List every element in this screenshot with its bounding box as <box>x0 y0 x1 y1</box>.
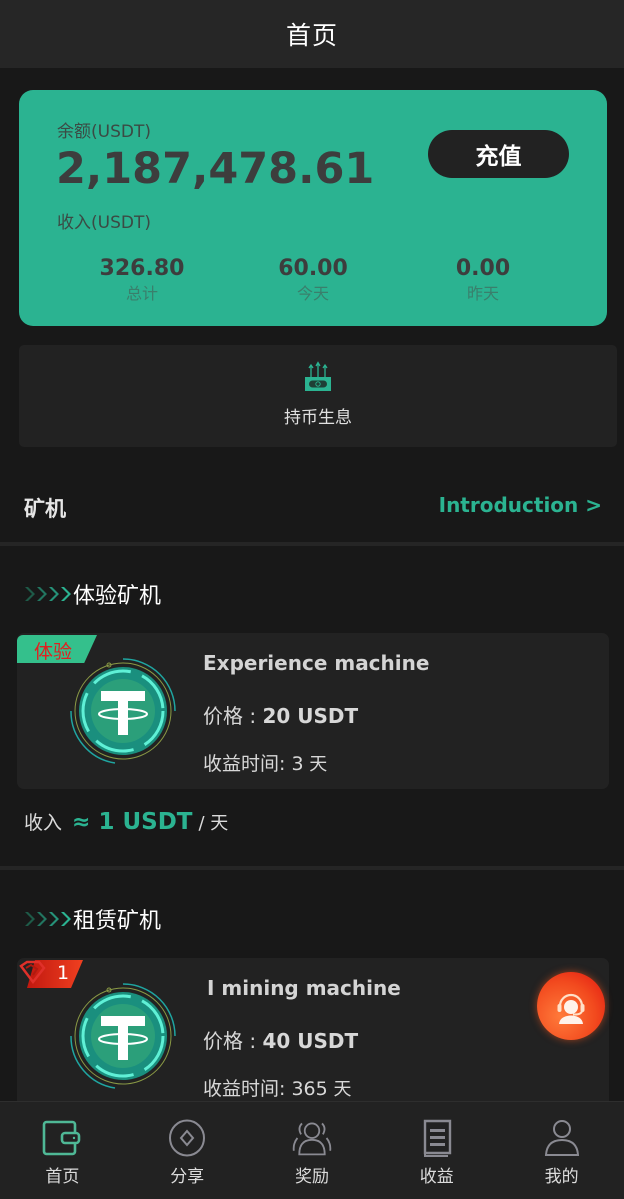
income-label: 收入 <box>24 812 63 834</box>
chevrons-icon <box>24 584 72 604</box>
period-unit: 天 <box>303 754 328 775</box>
tab-label: 我的 <box>544 1167 579 1187</box>
introduction-link[interactable]: Introduction > <box>439 493 602 517</box>
income-per: / 天 <box>198 813 229 834</box>
period-value: 365 <box>291 1078 328 1100</box>
wallet-icon <box>43 1120 81 1156</box>
experience-group-label: 体验矿机 <box>73 584 162 609</box>
customer-service-button[interactable] <box>537 972 605 1040</box>
top-bar: 首页 <box>0 0 624 68</box>
tab-earnings[interactable]: 收益 <box>374 1102 499 1199</box>
mining-title: 矿机 <box>24 497 66 521</box>
income-label: 收入(USDT) <box>57 213 151 233</box>
price-value: 20 USDT <box>262 704 359 728</box>
coin-interest-tile[interactable]: 持币生息 <box>19 345 617 447</box>
period-unit: 天 <box>327 1079 352 1100</box>
team-icon <box>292 1122 332 1156</box>
tab-label: 分享 <box>170 1167 205 1187</box>
stat-label: 总计 <box>125 284 158 303</box>
rental-group-label: 租赁矿机 <box>73 909 162 934</box>
document-icon <box>423 1119 451 1157</box>
stat-today: 60.00 今天 <box>233 255 393 305</box>
stat-label: 今天 <box>296 284 329 303</box>
machine-price: 价格 : 20 USDT <box>203 700 358 729</box>
stat-value: 60.00 <box>278 256 348 281</box>
tab-rewards[interactable]: 奖励 <box>250 1102 375 1199</box>
divider <box>0 542 624 546</box>
tab-label: 收益 <box>419 1167 454 1187</box>
rental-machine-card[interactable]: 1 I mining machine 价格 : 40 USDT 收益时间: 36… <box>17 958 609 1118</box>
usdt-coin-icon <box>70 658 176 764</box>
stat-value: 326.80 <box>99 256 185 281</box>
chevrons-icon <box>24 909 72 929</box>
money-growth-icon <box>305 361 331 391</box>
mining-section-header: 矿机 Introduction > <box>0 483 624 531</box>
period-value: 3 <box>291 753 304 775</box>
balance-card: 余额(USDT) 2,187,478.61 充值 收入(USDT) 326.80… <box>19 90 607 326</box>
tab-mine[interactable]: 我的 <box>499 1102 624 1199</box>
price-value: 40 USDT <box>262 1029 359 1053</box>
period-label: 收益时间: <box>203 753 292 775</box>
tab-label: 奖励 <box>294 1167 329 1187</box>
divider <box>0 866 624 870</box>
income-value: 1 USDT <box>98 809 193 835</box>
machine-price: 价格 : 40 USDT <box>203 1025 358 1054</box>
price-label: 价格 : <box>203 704 263 728</box>
customer-service-icon <box>557 993 585 1024</box>
stat-value: 0.00 <box>455 256 511 281</box>
machine-period: 收益时间: 3 天 <box>203 749 327 776</box>
bottom-tab-bar: 首页 分享 奖励 收益 我的 <box>0 1101 624 1199</box>
share-diamond-icon <box>169 1119 206 1157</box>
machine-name: Experience machine <box>203 651 430 675</box>
stat-total: 326.80 总计 <box>62 255 222 305</box>
rental-group-title: 租赁矿机 <box>24 903 161 935</box>
machine-period: 收益时间: 365 天 <box>203 1074 351 1101</box>
tab-share[interactable]: 分享 <box>125 1102 250 1199</box>
income-stats: 326.80 总计 60.00 今天 0.00 昨天 <box>19 255 607 315</box>
usdt-coin-icon <box>70 983 176 1089</box>
page-title: 首页 <box>285 21 338 50</box>
tab-home[interactable]: 首页 <box>0 1102 125 1199</box>
stat-yesterday: 0.00 昨天 <box>403 255 563 305</box>
recharge-button[interactable]: 充值 <box>428 130 569 178</box>
balance-label: 余额(USDT) <box>57 122 151 142</box>
balance-value: 2,187,478.61 <box>56 144 375 194</box>
coin-interest-label: 持币生息 <box>284 408 352 428</box>
approx-sign: ≈ <box>72 810 91 835</box>
machine-name: I mining machine <box>207 976 401 1000</box>
period-label: 收益时间: <box>203 1078 292 1100</box>
price-label: 价格 : <box>203 1029 263 1053</box>
experience-income: 收入 ≈ 1 USDT / 天 <box>24 808 228 835</box>
experience-machine-card[interactable]: 体验 Experience machine 价格 : 20 USDT 收益时间:… <box>17 633 609 789</box>
stat-label: 昨天 <box>466 284 499 303</box>
user-icon <box>544 1120 579 1156</box>
experience-group-title: 体验矿机 <box>24 578 161 610</box>
tab-label: 首页 <box>45 1167 80 1187</box>
